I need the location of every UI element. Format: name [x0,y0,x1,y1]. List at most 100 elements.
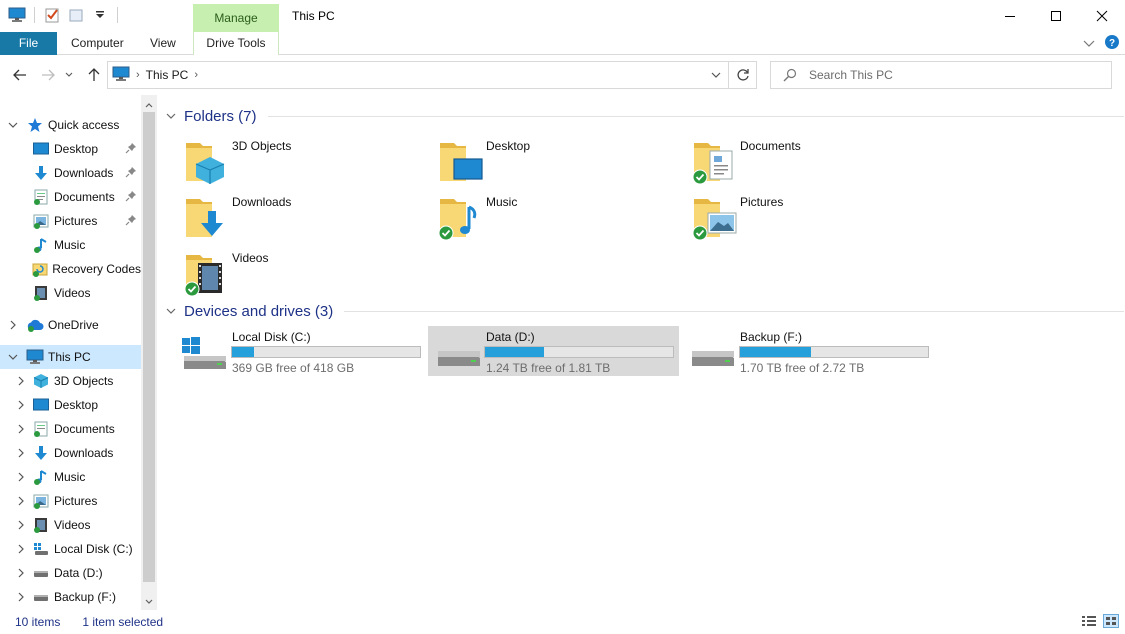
3d-objects-folder-icon [186,143,225,184]
music-icon [32,468,50,486]
forward-button[interactable] [37,65,59,85]
nav-this-pc[interactable]: This PC [0,345,141,369]
documents-icon [32,420,50,438]
nav-qa-desktop[interactable]: Desktop [0,137,141,161]
tab-view[interactable]: View [136,32,190,55]
minimize-button[interactable] [987,0,1033,32]
breadcrumb: › This PC › [108,66,198,85]
scroll-down-icon[interactable] [141,593,157,609]
new-folder-icon[interactable] [67,6,85,24]
large-icons-view-icon[interactable] [1103,614,1119,631]
folder-music[interactable]: Music [412,189,662,241]
collapse-chevron-icon[interactable] [8,354,18,360]
expand-chevron-icon[interactable] [8,320,18,330]
drive-icon [32,588,50,606]
folder-downloads[interactable]: Downloads [158,189,408,241]
tab-computer[interactable]: Computer [57,32,138,55]
expand-chevron-icon[interactable] [16,376,26,386]
nav-pc-downloads[interactable]: Downloads [0,441,141,465]
nav-qa-videos[interactable]: Videos [0,281,141,305]
drive-free-space: 1.70 TB free of 2.72 TB [740,361,865,375]
scroll-thumb[interactable] [143,112,155,582]
up-arrow-icon [88,68,100,81]
folder-3d-objects[interactable]: 3D Objects [158,133,408,185]
nav-qa-recovery-codes[interactable]: Recovery Codes [0,257,141,281]
refresh-button[interactable] [728,62,756,88]
folder-videos[interactable]: Videos [158,245,408,297]
drive-local-disk-c[interactable]: Local Disk (C:) 369 GB free of 418 GB [174,326,424,376]
content-pane: Folders (7) 3D Objects Desktop Documents [158,95,1125,610]
nav-onedrive[interactable]: OneDrive [0,313,141,337]
folder-pictures[interactable]: Pictures [666,189,916,241]
close-button[interactable] [1079,0,1125,32]
scroll-up-icon[interactable] [141,97,157,113]
nav-qa-music[interactable]: Music [0,233,141,257]
expand-chevron-icon[interactable] [16,544,26,554]
quick-access-toolbar [8,6,120,24]
nav-quick-access[interactable]: Quick access [0,113,141,137]
breadcrumb-separator-icon[interactable]: › [194,69,198,81]
nav-qa-pictures[interactable]: Pictures [0,209,141,233]
music-icon [32,236,50,254]
address-history-button[interactable] [705,62,727,88]
address-bar[interactable]: › This PC › [107,61,757,89]
expand-chevron-icon[interactable] [16,400,26,410]
nav-qa-documents[interactable]: Documents [0,185,141,209]
pin-icon[interactable] [125,190,137,205]
nav-label: Downloads [54,446,114,460]
tab-drive-tools[interactable]: Drive Tools [193,32,279,55]
details-view-icon[interactable] [1081,614,1097,631]
tab-file[interactable]: File [0,32,57,55]
nav-label: Backup (F:) [54,590,117,604]
expand-ribbon-icon[interactable] [1083,37,1095,51]
maximize-button[interactable] [1033,0,1079,32]
expand-chevron-icon[interactable] [16,520,26,530]
expand-chevron-icon[interactable] [16,448,26,458]
pin-icon[interactable] [125,214,137,229]
folders-group-header[interactable]: Folders (7) [166,105,1124,127]
drive-backup-f[interactable]: Backup (F:) 1.70 TB free of 2.72 TB [682,326,932,376]
collapse-chevron-icon[interactable] [166,110,178,122]
nav-pc-music[interactable]: Music [0,465,141,489]
nav-scrollbar[interactable] [141,95,157,610]
expand-chevron-icon[interactable] [16,424,26,434]
this-pc-icon[interactable] [8,6,26,24]
nav-pc-documents[interactable]: Documents [0,417,141,441]
nav-label: Videos [54,518,91,532]
nav-pc-local-disk-c[interactable]: Local Disk (C:) [0,537,141,561]
pin-icon[interactable] [125,142,137,157]
customize-toolbar-icon[interactable] [91,6,109,24]
manage-context-tab[interactable]: Manage [193,4,279,32]
nav-qa-downloads[interactable]: Downloads [0,161,141,185]
nav-pc-desktop[interactable]: Desktop [0,393,141,417]
drive-data-d[interactable]: Data (D:) 1.24 TB free of 1.81 TB [428,326,679,376]
nav-pc-backup-f[interactable]: Backup (F:) [0,585,141,609]
expand-chevron-icon[interactable] [16,568,26,578]
nav-pc-data-d[interactable]: Data (D:) [0,561,141,585]
drives-group-header[interactable]: Devices and drives (3) [166,300,1124,322]
recent-locations-button[interactable] [62,65,76,85]
expand-chevron-icon[interactable] [16,496,26,506]
breadcrumb-separator-icon[interactable]: › [136,69,140,81]
nav-label: OneDrive [48,318,99,332]
expand-chevron-icon[interactable] [16,472,26,482]
drive-icon [32,564,50,582]
search-box[interactable]: Search This PC [770,61,1112,89]
folder-documents[interactable]: Documents [666,133,916,185]
properties-icon[interactable] [43,6,61,24]
folder-desktop[interactable]: Desktop [412,133,662,185]
up-button[interactable] [83,65,105,85]
nav-pc-pictures[interactable]: Pictures [0,489,141,513]
collapse-chevron-icon[interactable] [8,122,18,128]
help-icon[interactable]: ? [1105,35,1119,52]
ribbon-controls: ? [1083,35,1119,52]
collapse-chevron-icon[interactable] [166,305,178,317]
expand-chevron-icon[interactable] [16,592,26,602]
nav-label: 3D Objects [54,374,114,388]
nav-pc-3d-objects[interactable]: 3D Objects [0,369,141,393]
breadcrumb-this-pc[interactable]: This PC [146,68,189,82]
pin-icon[interactable] [125,166,137,181]
nav-pc-videos[interactable]: Videos [0,513,141,537]
nav-label: Desktop [54,142,99,156]
back-button[interactable] [9,65,31,85]
